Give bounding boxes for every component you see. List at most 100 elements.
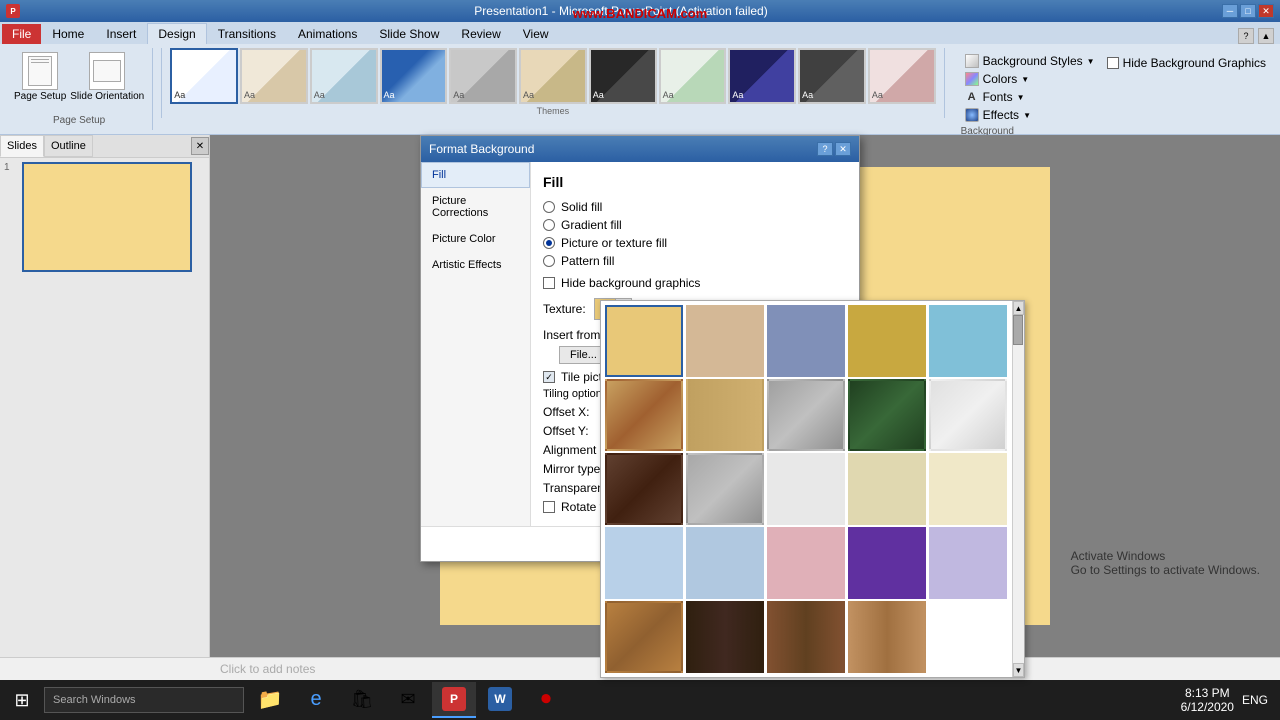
- hide-bg-graphics-checkbox[interactable]: [543, 277, 555, 289]
- tile-pic-checkbox[interactable]: ✓: [543, 371, 555, 383]
- texture-dark-brown[interactable]: [605, 453, 683, 525]
- dialog-close-btn[interactable]: ✕: [835, 142, 851, 156]
- taskbar-mail[interactable]: ✉: [386, 682, 430, 718]
- taskbar-word[interactable]: W: [478, 682, 522, 718]
- theme-10[interactable]: Aa: [798, 48, 866, 104]
- theme-6[interactable]: Aa: [519, 48, 587, 104]
- help-icon[interactable]: ?: [1238, 28, 1254, 44]
- tab-slideshow[interactable]: Slide Show: [368, 23, 450, 44]
- texture-granite[interactable]: [767, 379, 845, 451]
- hide-bg-label: Hide Background Graphics: [1123, 56, 1266, 70]
- scroll-down-btn[interactable]: ▼: [1013, 663, 1024, 677]
- texture-lavender[interactable]: [929, 527, 1007, 599]
- theme-5[interactable]: Aa: [449, 48, 517, 104]
- texture-white-tissue[interactable]: [767, 453, 845, 525]
- tab-insert[interactable]: Insert: [95, 23, 147, 44]
- tab-design[interactable]: Design: [147, 23, 206, 44]
- taskbar-explorer[interactable]: 📁: [248, 682, 292, 718]
- tab-animations[interactable]: Animations: [287, 23, 368, 44]
- picture-texture-option[interactable]: Picture or texture fill: [543, 236, 847, 250]
- texture-blue-tiss2[interactable]: [605, 527, 683, 599]
- theme-11[interactable]: Aa: [868, 48, 936, 104]
- texture-blue-tissue[interactable]: [767, 305, 845, 377]
- taskbar-store[interactable]: 🛍: [340, 682, 384, 718]
- hide-bg-graphics-option[interactable]: Hide background graphics: [543, 276, 847, 290]
- dialog-nav-picture-color[interactable]: Picture Color: [421, 226, 530, 252]
- page-setup-btn[interactable]: Page Setup: [14, 52, 66, 102]
- scroll-track[interactable]: [1013, 315, 1024, 663]
- theme-office[interactable]: Aa: [170, 48, 238, 104]
- taskbar-date: 6/12/2020: [1181, 700, 1234, 714]
- texture-lt-wood[interactable]: [848, 601, 926, 673]
- sidebar-tabs: Slides Outline: [0, 135, 93, 157]
- texture-gray-sand[interactable]: [686, 453, 764, 525]
- slide-1-number: 1: [4, 162, 18, 173]
- scroll-up-btn[interactable]: ▲: [1013, 301, 1024, 315]
- texture-brown-marble[interactable]: [605, 379, 683, 451]
- ribbon-collapse-btn[interactable]: ▲: [1258, 28, 1274, 44]
- texture-woven[interactable]: [848, 305, 926, 377]
- texture-med-wood[interactable]: [767, 601, 845, 673]
- fonts-btn[interactable]: A Fonts ▼: [961, 88, 1099, 106]
- theme-8[interactable]: Aa: [659, 48, 727, 104]
- theme-7[interactable]: Aa: [589, 48, 657, 104]
- taskbar-record[interactable]: ⏺: [524, 682, 568, 718]
- effects-btn[interactable]: Effects ▼: [961, 106, 1099, 124]
- texture-papyrus[interactable]: [605, 305, 683, 377]
- texture-white-marble[interactable]: [929, 379, 1007, 451]
- texture-purple[interactable]: [848, 527, 926, 599]
- theme-4[interactable]: Aa: [380, 48, 448, 104]
- tab-view[interactable]: View: [512, 23, 560, 44]
- dialog-help-btn[interactable]: ?: [817, 142, 833, 156]
- pattern-fill-option[interactable]: Pattern fill: [543, 254, 847, 268]
- texture-lt-blue[interactable]: [686, 527, 764, 599]
- tab-review[interactable]: Review: [450, 23, 511, 44]
- dialog-nav-picture-corrections[interactable]: Picture Corrections: [421, 188, 530, 226]
- texture-cream[interactable]: [929, 453, 1007, 525]
- maximize-btn[interactable]: □: [1240, 4, 1256, 18]
- texture-grid-popup[interactable]: ▲ ▼: [600, 300, 1025, 678]
- taskbar: ⊞ Search Windows 📁 e 🛍 ✉ P W ⏺ 8:13 PM 6…: [0, 680, 1280, 720]
- sidebar-tab-outline[interactable]: Outline: [44, 135, 93, 157]
- texture-wood-light[interactable]: [686, 379, 764, 451]
- slide-panel[interactable]: 1: [0, 158, 209, 657]
- rotate-checkbox[interactable]: [543, 501, 555, 513]
- texture-paper-bag[interactable]: [686, 305, 764, 377]
- dialog-nav-artistic-effects[interactable]: Artistic Effects: [421, 252, 530, 278]
- texture-green-marble[interactable]: [848, 379, 926, 451]
- hide-bg-checkbox-container[interactable]: Hide Background Graphics: [1107, 56, 1266, 70]
- slide-1-thumb[interactable]: [22, 162, 192, 272]
- theme-9[interactable]: Aa: [728, 48, 796, 104]
- texture-pink[interactable]: [767, 527, 845, 599]
- search-box[interactable]: Search Windows: [44, 687, 244, 713]
- taskbar-powerpoint[interactable]: P: [432, 682, 476, 718]
- texture-dark-wood[interactable]: [686, 601, 764, 673]
- hide-bg-checkbox[interactable]: [1107, 57, 1119, 69]
- start-btn[interactable]: ⊞: [4, 682, 40, 718]
- solid-fill-radio[interactable]: [543, 201, 555, 213]
- tab-transitions[interactable]: Transitions: [207, 23, 287, 44]
- theme-2[interactable]: Aa: [240, 48, 308, 104]
- close-btn[interactable]: ✕: [1258, 4, 1274, 18]
- bg-styles-btn[interactable]: Background Styles ▼: [961, 52, 1099, 70]
- slide-orientation-btn[interactable]: Slide Orientation: [70, 52, 144, 102]
- picture-texture-radio[interactable]: [543, 237, 555, 249]
- gradient-fill-radio[interactable]: [543, 219, 555, 231]
- theme-3[interactable]: Aa: [310, 48, 378, 104]
- gradient-fill-option[interactable]: Gradient fill: [543, 218, 847, 232]
- tab-file[interactable]: File: [2, 24, 41, 44]
- taskbar-ie[interactable]: e: [294, 682, 338, 718]
- minimize-btn[interactable]: ─: [1222, 4, 1238, 18]
- tab-home[interactable]: Home: [41, 23, 95, 44]
- dialog-nav-fill[interactable]: Fill: [421, 162, 530, 188]
- solid-fill-option[interactable]: Solid fill: [543, 200, 847, 214]
- colors-arrow: ▼: [1021, 75, 1029, 84]
- texture-sand[interactable]: [848, 453, 926, 525]
- sidebar-close-btn[interactable]: ✕: [191, 137, 209, 155]
- scroll-thumb[interactable]: [1013, 315, 1023, 345]
- texture-cork1[interactable]: [605, 601, 683, 673]
- pattern-fill-radio[interactable]: [543, 255, 555, 267]
- colors-btn[interactable]: Colors ▼: [961, 70, 1099, 88]
- sidebar-tab-slides[interactable]: Slides: [0, 135, 44, 157]
- texture-water[interactable]: [929, 305, 1007, 377]
